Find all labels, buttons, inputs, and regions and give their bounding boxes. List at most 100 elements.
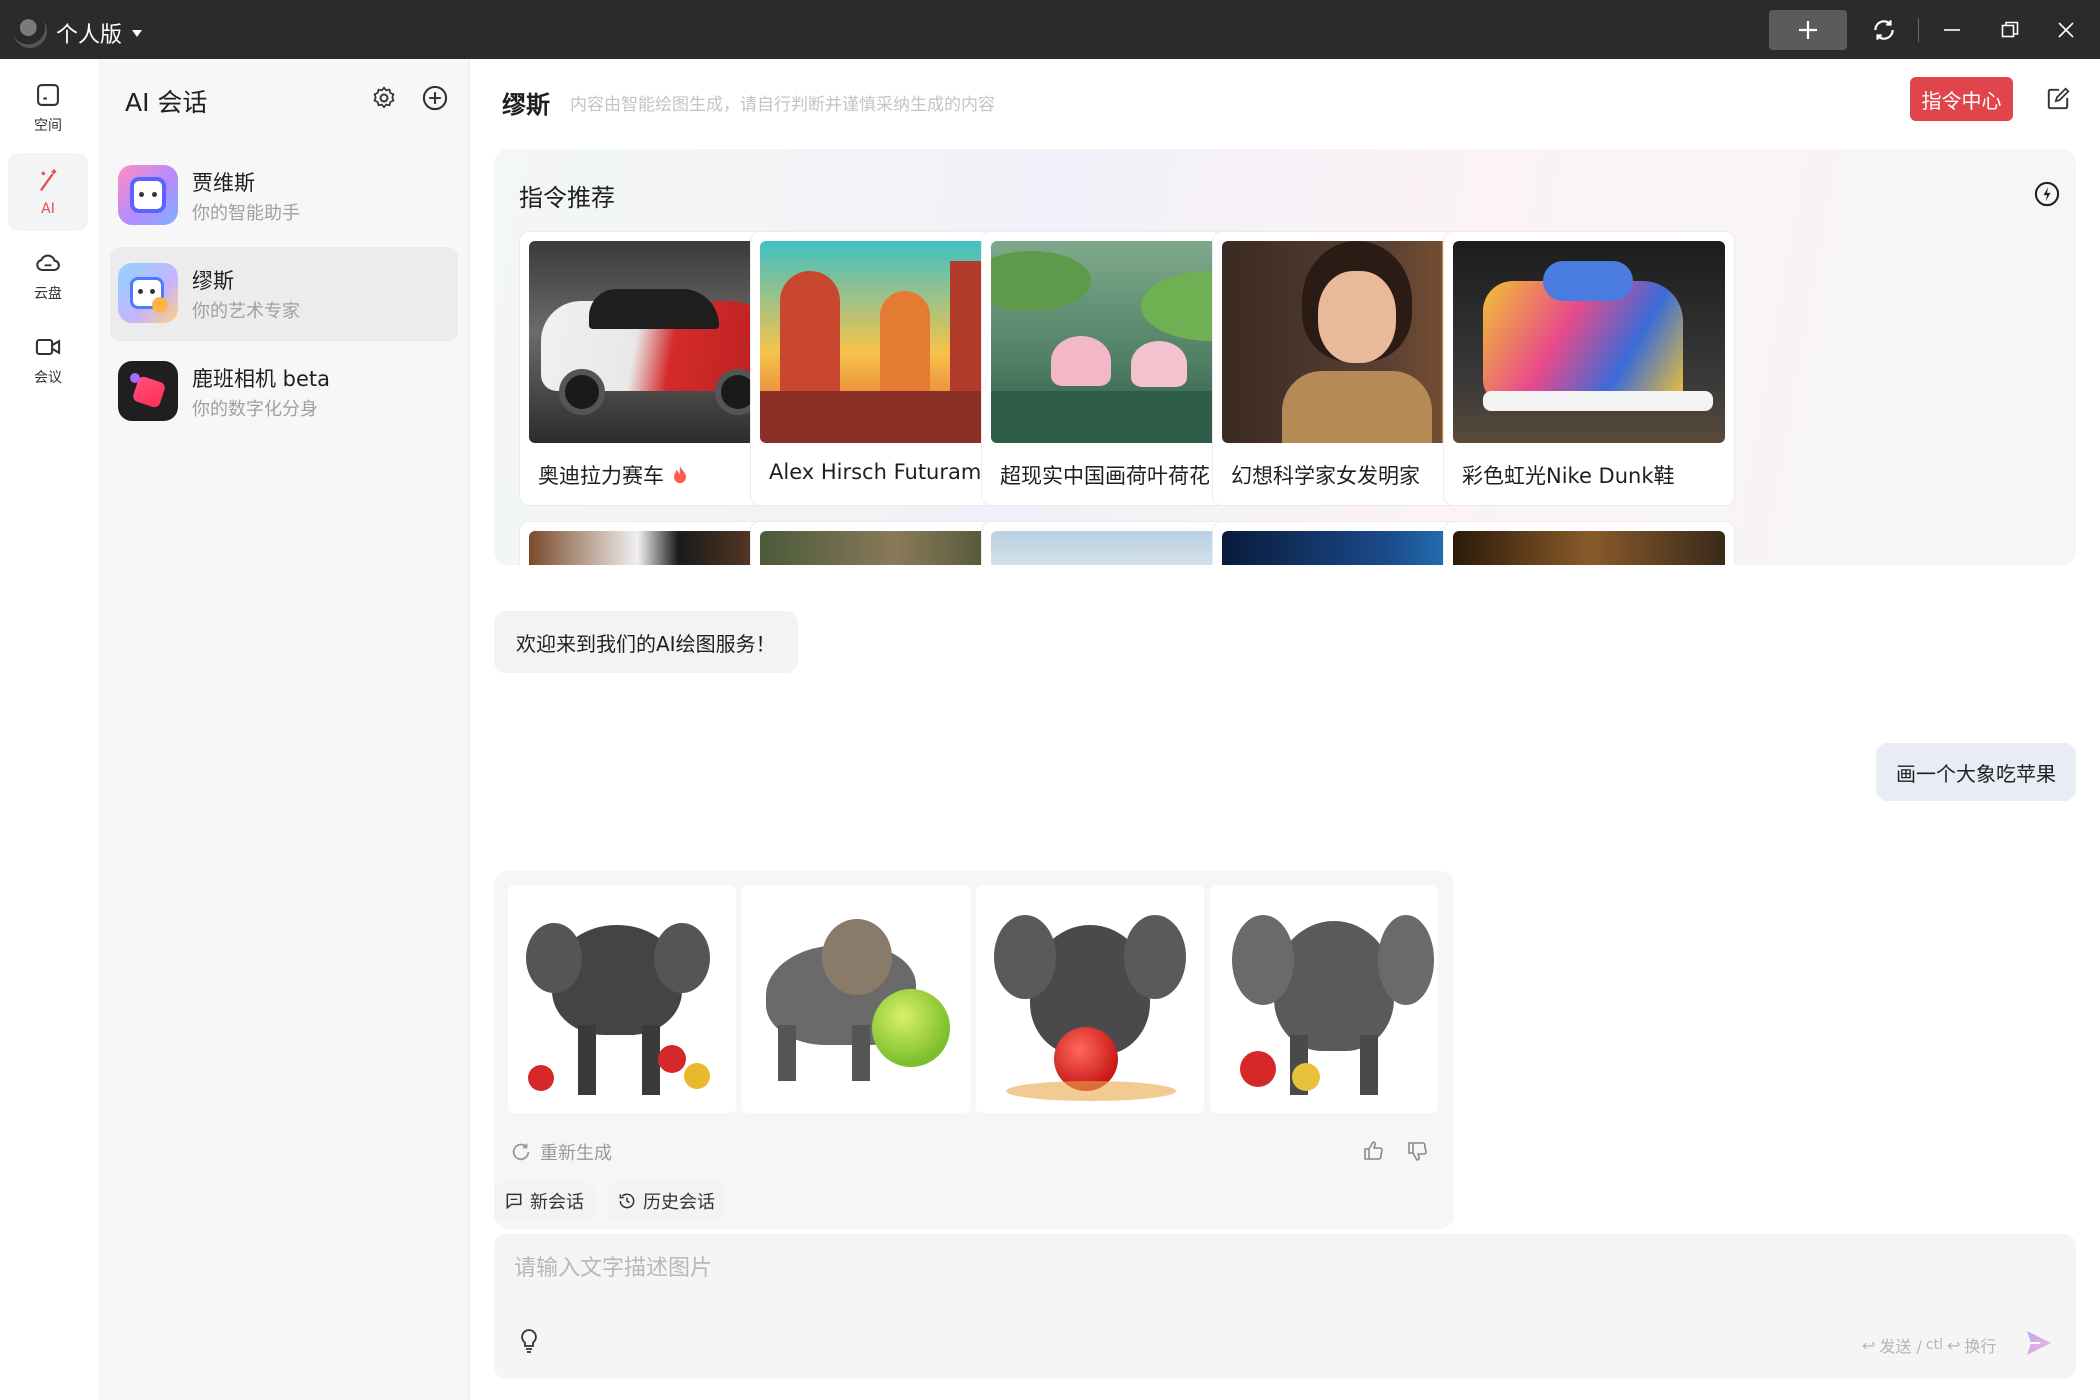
- rail-label-space: 空间: [34, 118, 62, 134]
- card-label-text: 超现实中国画荷叶荷花: [1000, 464, 1210, 488]
- conversation-name: 鹿班相机 beta: [192, 367, 331, 391]
- history-chat-button[interactable]: 历史会话: [607, 1182, 725, 1220]
- new-tab-button[interactable]: [1769, 10, 1847, 50]
- generated-image[interactable]: [976, 885, 1204, 1113]
- gear-icon: [373, 86, 395, 109]
- card-image: [1453, 531, 1725, 565]
- user-message: 画一个大象吃苹果: [1876, 743, 2076, 801]
- title-bar: 个人版: [0, 0, 2100, 59]
- history-chat-label: 历史会话: [643, 1192, 715, 1213]
- video-icon: [35, 338, 61, 356]
- generated-image[interactable]: [508, 885, 736, 1113]
- conversation-desc: 你的数字化分身: [192, 399, 318, 420]
- conversation-item-muse[interactable]: 缪斯 你的艺术专家: [110, 247, 458, 341]
- muse-avatar: [118, 263, 178, 323]
- rail-item-ai[interactable]: AI: [8, 153, 88, 231]
- recommend-card-nike-dunk[interactable]: 彩色虹光Nike Dunk鞋: [1443, 231, 1735, 506]
- restore-button[interactable]: [1994, 14, 2026, 46]
- content-notice: 内容由智能绘图生成，请自行判断并谨慎采纳生成的内容: [570, 95, 995, 115]
- minimize-icon: [1944, 29, 1960, 31]
- dislike-button[interactable]: [1404, 1137, 1432, 1165]
- recommend-title: 指令推荐: [519, 184, 615, 212]
- conversation-name: 贾维斯: [192, 171, 255, 195]
- chat-bubble-icon: [506, 1193, 522, 1210]
- card-label-text: 奥迪拉力赛车: [538, 464, 664, 488]
- card-label: 超现实中国画荷叶荷花: [1000, 460, 1210, 490]
- rail-item-meeting[interactable]: 会议: [8, 321, 88, 399]
- panel-title: AI 会话: [125, 88, 208, 117]
- space-icon: [37, 84, 59, 106]
- card-label-text: 彩色虹光Nike Dunk鞋: [1462, 464, 1675, 488]
- restore-icon: [2001, 21, 2019, 38]
- card-label: 奥迪拉力赛车: [538, 460, 688, 490]
- new-chat-label: 新会话: [530, 1192, 584, 1213]
- prompt-input[interactable]: [514, 1248, 1814, 1288]
- sync-icon: [1874, 20, 1894, 40]
- rail-label-ai: AI: [41, 201, 55, 217]
- enter-icon: ↩: [1862, 1335, 1876, 1355]
- lightning-icon: [2034, 181, 2060, 207]
- enter-icon: ↩: [1946, 1335, 1961, 1355]
- card-image: [1453, 241, 1725, 443]
- thumbs-up-icon: [1364, 1141, 1383, 1160]
- jarvis-avatar: [118, 165, 178, 225]
- edit-icon: [2047, 87, 2070, 110]
- edition-switcher[interactable]: 个人版: [56, 17, 143, 49]
- new-conversation-button[interactable]: [419, 82, 451, 114]
- command-center-button[interactable]: 指令中心: [1910, 77, 2013, 121]
- hint-newline: 换行: [1964, 1337, 1997, 1356]
- rail-item-space[interactable]: 空间: [8, 69, 88, 147]
- send-button[interactable]: [2022, 1326, 2056, 1360]
- history-icon: [619, 1193, 635, 1209]
- rail-label-meeting: 会议: [34, 370, 62, 386]
- sync-button[interactable]: [1868, 14, 1900, 46]
- conversation-item-jarvis[interactable]: 贾维斯 你的智能助手: [110, 149, 458, 243]
- bot-name: 缪斯: [502, 91, 550, 119]
- conversation-item-luban-camera[interactable]: 鹿班相机 beta 你的数字化分身: [110, 345, 458, 439]
- rail-item-cloud[interactable]: 云盘: [8, 237, 88, 315]
- assistant-welcome-message: 欢迎来到我们的AI绘图服务！: [494, 611, 798, 673]
- conversation-panel: AI 会话 贾维斯 你的智能助手 缪斯 你的艺术专家 鹿班相机 beta 你的数…: [98, 59, 470, 1400]
- card-label: Alex Hirsch Futurama...: [769, 460, 1014, 484]
- recommend-card[interactable]: [1443, 521, 1735, 565]
- titlebar-divider: [1918, 18, 1919, 42]
- settings-button[interactable]: [368, 82, 400, 114]
- prompt-composer: ↩ 发送 / ctl ↩ 换行: [494, 1234, 2076, 1379]
- generated-result: 重新生成: [494, 871, 1454, 1229]
- prompt-ideas-button[interactable]: [514, 1326, 544, 1356]
- new-chat-button[interactable]: 新会话: [494, 1182, 594, 1220]
- lightbulb-icon: [521, 1329, 537, 1353]
- generated-image[interactable]: [742, 885, 970, 1113]
- cloud-icon: [36, 254, 60, 272]
- card-label-text: 幻想科学家女发明家: [1231, 464, 1420, 488]
- close-icon: [2058, 22, 2074, 38]
- rail-label-cloud: 云盘: [34, 286, 62, 302]
- quick-command-button[interactable]: [2032, 179, 2062, 209]
- like-button[interactable]: [1360, 1137, 1388, 1165]
- plus-icon: [1799, 21, 1817, 39]
- minimize-button[interactable]: [1936, 14, 1968, 46]
- command-recommendations: 指令推荐 奥迪拉力赛车 Alex Hirsch Futurama... 超现实中…: [494, 149, 2076, 565]
- user-avatar[interactable]: [13, 14, 47, 48]
- edit-button[interactable]: [2042, 83, 2074, 115]
- main-area: 缪斯 内容由智能绘图生成，请自行判断并谨慎采纳生成的内容 指令中心 指令推荐 奥…: [470, 59, 2100, 1400]
- thumbs-down-icon: [1408, 1142, 1427, 1161]
- conversation-desc: 你的艺术专家: [192, 301, 300, 322]
- card-label: 彩色虹光Nike Dunk鞋: [1462, 460, 1675, 490]
- edition-label: 个人版: [56, 23, 123, 48]
- regenerate-button[interactable]: 重新生成: [510, 1139, 612, 1165]
- close-button[interactable]: [2050, 14, 2082, 46]
- conversation-desc: 你的智能助手: [192, 203, 300, 224]
- fire-icon: [674, 466, 686, 483]
- hint-ctrl: ctl: [1925, 1337, 1943, 1353]
- luban-camera-avatar: [118, 361, 178, 421]
- keyboard-hint: ↩ 发送 / ctl ↩ 换行: [1862, 1333, 1996, 1357]
- conversation-name: 缪斯: [192, 269, 234, 293]
- magic-wand-icon: [40, 169, 57, 192]
- hint-send: 发送 /: [1879, 1337, 1922, 1356]
- add-circle-icon: [422, 85, 448, 111]
- left-rail: 空间 AI 云盘 会议: [0, 59, 98, 1400]
- generated-image[interactable]: [1210, 885, 1438, 1113]
- card-label: 幻想科学家女发明家: [1231, 460, 1420, 490]
- card-label-text: Alex Hirsch Futurama...: [769, 460, 1015, 484]
